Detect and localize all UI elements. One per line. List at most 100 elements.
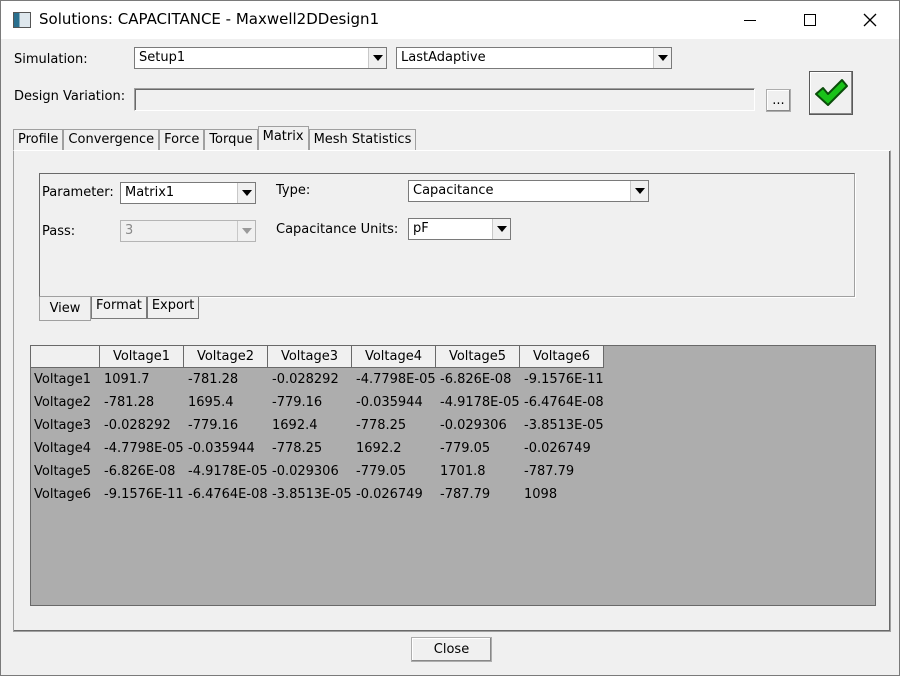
chevron-down-icon xyxy=(237,183,255,203)
chevron-down-icon xyxy=(630,181,648,201)
browse-label: ... xyxy=(772,93,785,108)
matrix-cell: -9.1576E-11 xyxy=(524,372,604,387)
row-header: Voltage1 xyxy=(34,372,92,387)
column-header[interactable]: Voltage6 xyxy=(520,346,604,368)
type-select[interactable]: Capacitance xyxy=(408,180,649,202)
column-header[interactable]: Voltage3 xyxy=(268,346,352,368)
matrix-cell: -778.25 xyxy=(356,418,407,433)
matrix-cell: 1695.4 xyxy=(188,395,234,410)
simulation-setup-value: Setup1 xyxy=(139,50,186,65)
solutions-window: Solutions: CAPACITANCE - Maxwell2DDesign… xyxy=(0,0,900,676)
app-icon xyxy=(13,12,31,28)
maximize-button[interactable] xyxy=(787,1,833,39)
column-header[interactable]: Voltage5 xyxy=(436,346,520,368)
matrix-cell: -781.28 xyxy=(188,372,239,387)
grid-body: Voltage1 1091.7 -781.28 -0.028292 -4.779… xyxy=(31,368,605,506)
grid-corner-cell xyxy=(31,346,100,368)
matrix-cell: -6.826E-08 xyxy=(104,464,176,479)
apply-button[interactable] xyxy=(809,71,853,115)
chevron-down-icon xyxy=(653,48,671,68)
pass-value: 3 xyxy=(125,223,134,238)
matrix-cell: 1098 xyxy=(524,487,558,502)
table-row[interactable]: Voltage3 -0.028292 -779.16 1692.4 -778.2… xyxy=(31,414,605,437)
matrix-cell: -0.035944 xyxy=(356,395,423,410)
tab-convergence[interactable]: Convergence xyxy=(63,129,160,151)
simulation-setup-select[interactable]: Setup1 xyxy=(134,47,387,69)
matrix-cell: -787.79 xyxy=(440,487,491,502)
table-row[interactable]: Voltage1 1091.7 -781.28 -0.028292 -4.779… xyxy=(31,368,605,391)
matrix-cell: -4.7798E-05 xyxy=(104,441,184,456)
close-button-label: Close xyxy=(433,642,470,657)
matrix-cell: -0.029306 xyxy=(272,464,339,479)
table-row[interactable]: Voltage4 -4.7798E-05 -0.035944 -778.25 1… xyxy=(31,437,605,460)
design-variation-field xyxy=(134,88,755,111)
matrix-cell: -6.4764E-08 xyxy=(524,395,604,410)
matrix-cell: 1091.7 xyxy=(104,372,150,387)
capacitance-units-label: Capacitance Units: xyxy=(276,222,399,237)
matrix-cell: -0.029306 xyxy=(440,418,507,433)
matrix-cell: -4.9178E-05 xyxy=(440,395,520,410)
matrix-cell: -9.1576E-11 xyxy=(104,487,184,502)
subtab-view[interactable]: View xyxy=(39,297,91,321)
capacitance-matrix-grid[interactable]: Voltage1 Voltage2 Voltage3 Voltage4 Volt… xyxy=(30,345,876,606)
grid-header-row: Voltage1 Voltage2 Voltage3 Voltage4 Volt… xyxy=(31,346,604,368)
row-header: Voltage4 xyxy=(34,441,92,456)
matrix-cell: -779.16 xyxy=(272,395,323,410)
tab-profile[interactable]: Profile xyxy=(13,129,64,151)
pass-select: 3 xyxy=(120,220,256,242)
row-header: Voltage2 xyxy=(34,395,92,410)
tab-mesh-statistics[interactable]: Mesh Statistics xyxy=(308,129,417,151)
simulation-label: Simulation: xyxy=(14,52,88,67)
minimize-button[interactable] xyxy=(727,1,773,39)
column-header[interactable]: Voltage4 xyxy=(352,346,436,368)
solution-value: LastAdaptive xyxy=(401,50,486,65)
table-row[interactable]: Voltage5 -6.826E-08 -4.9178E-05 -0.02930… xyxy=(31,460,605,483)
matrix-cell: -787.79 xyxy=(524,464,575,479)
chevron-down-icon xyxy=(368,48,386,68)
matrix-cell: -3.8513E-05 xyxy=(272,487,352,502)
column-header[interactable]: Voltage2 xyxy=(184,346,268,368)
capacitance-units-select[interactable]: pF xyxy=(408,218,511,240)
matrix-cell: -781.28 xyxy=(104,395,155,410)
row-header: Voltage3 xyxy=(34,418,92,433)
design-variation-browse-button[interactable]: ... xyxy=(766,89,791,112)
matrix-cell: 1692.2 xyxy=(356,441,402,456)
window-close-button[interactable] xyxy=(847,1,893,39)
close-icon xyxy=(863,13,877,27)
matrix-cell: -3.8513E-05 xyxy=(524,418,604,433)
row-header: Voltage6 xyxy=(34,487,92,502)
matrix-cell: 1692.4 xyxy=(272,418,318,433)
column-header[interactable]: Voltage1 xyxy=(100,346,184,368)
matrix-cell: -779.16 xyxy=(188,418,239,433)
matrix-cell: -0.026749 xyxy=(356,487,423,502)
matrix-subtabs: View Format Export xyxy=(39,297,200,321)
matrix-cell: -0.028292 xyxy=(272,372,339,387)
type-value: Capacitance xyxy=(413,183,494,198)
pass-label: Pass: xyxy=(42,224,76,239)
matrix-cell: -779.05 xyxy=(440,441,491,456)
minimize-icon xyxy=(744,19,756,21)
parameter-label: Parameter: xyxy=(42,185,114,200)
parameter-value: Matrix1 xyxy=(125,185,175,200)
parameter-select[interactable]: Matrix1 xyxy=(120,182,256,204)
matrix-cell: 1701.8 xyxy=(440,464,486,479)
row-header: Voltage5 xyxy=(34,464,92,479)
subtab-format[interactable]: Format xyxy=(91,297,147,319)
table-row[interactable]: Voltage6 -9.1576E-11 -6.4764E-08 -3.8513… xyxy=(31,483,605,506)
maximize-icon xyxy=(804,14,816,26)
title-bar[interactable]: Solutions: CAPACITANCE - Maxwell2DDesign… xyxy=(1,1,899,39)
solution-select[interactable]: LastAdaptive xyxy=(396,47,672,69)
matrix-cell: -0.035944 xyxy=(188,441,255,456)
tab-matrix[interactable]: Matrix xyxy=(257,126,309,150)
matrix-cell: -779.05 xyxy=(356,464,407,479)
tab-force[interactable]: Force xyxy=(159,129,205,151)
green-checkmark-icon xyxy=(815,79,848,106)
matrix-cell: -6.4764E-08 xyxy=(188,487,268,502)
table-row[interactable]: Voltage2 -781.28 1695.4 -779.16 -0.03594… xyxy=(31,391,605,414)
subtab-export[interactable]: Export xyxy=(146,297,200,319)
close-button[interactable]: Close xyxy=(411,637,492,662)
tab-torque[interactable]: Torque xyxy=(204,129,258,151)
matrix-cell: -6.826E-08 xyxy=(440,372,512,387)
matrix-cell: -4.9178E-05 xyxy=(188,464,268,479)
capacitance-units-value: pF xyxy=(413,221,429,236)
